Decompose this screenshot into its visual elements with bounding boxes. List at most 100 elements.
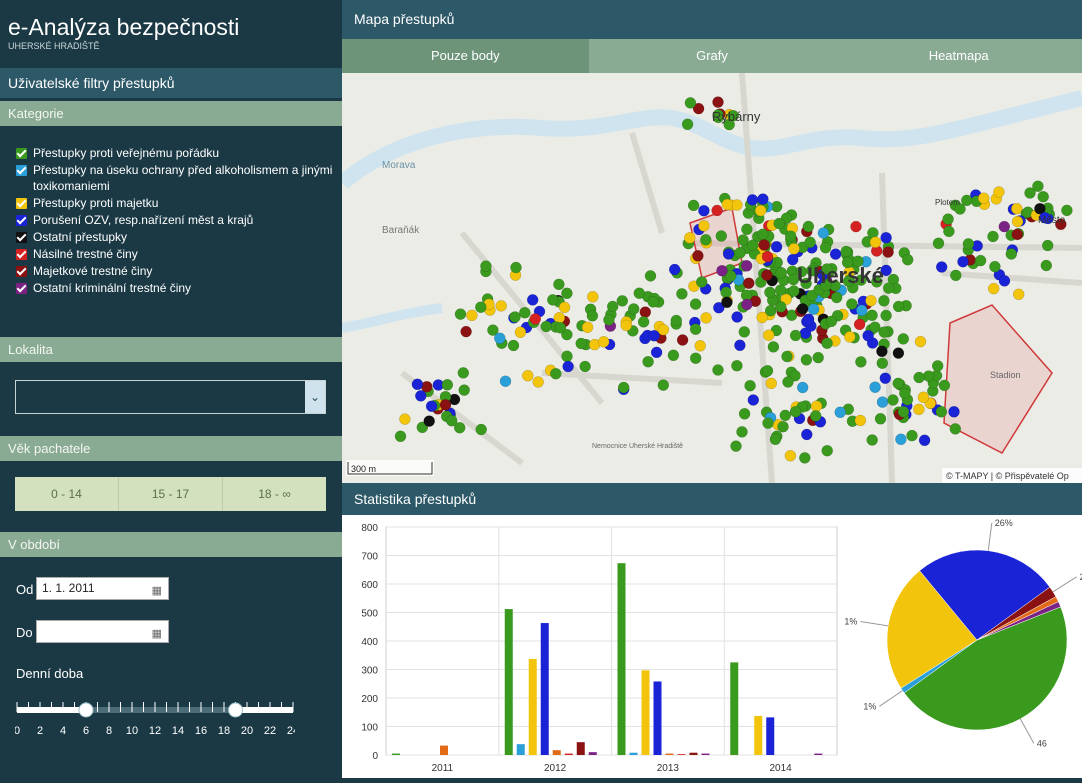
offence-point[interactable] bbox=[731, 199, 743, 211]
offence-point[interactable] bbox=[734, 247, 746, 259]
offence-point[interactable] bbox=[620, 319, 632, 332]
tab-heatmap[interactable]: Heatmapa bbox=[835, 39, 1082, 73]
offence-point[interactable] bbox=[974, 254, 987, 267]
offence-point[interactable] bbox=[895, 433, 907, 446]
offence-point[interactable] bbox=[800, 354, 813, 366]
offence-point[interactable] bbox=[684, 97, 697, 109]
offence-point[interactable] bbox=[866, 309, 878, 322]
offence-point[interactable] bbox=[1011, 202, 1023, 215]
daytime-slider[interactable]: 024681012141618202224 bbox=[15, 690, 295, 735]
offence-point[interactable] bbox=[807, 303, 820, 315]
category-item[interactable]: Ostatní přestupky bbox=[16, 229, 336, 245]
offence-point[interactable] bbox=[647, 296, 659, 308]
category-item[interactable]: Ostatní kriminální trestné činy bbox=[16, 280, 336, 296]
offence-point[interactable] bbox=[499, 375, 512, 387]
offence-point[interactable] bbox=[746, 194, 759, 206]
offence-point[interactable] bbox=[689, 323, 702, 335]
offence-point[interactable] bbox=[529, 313, 542, 325]
offence-point[interactable] bbox=[480, 260, 492, 272]
offence-point[interactable] bbox=[844, 331, 856, 343]
offence-point[interactable] bbox=[802, 220, 815, 233]
offence-point[interactable] bbox=[644, 270, 657, 282]
offence-point[interactable] bbox=[532, 376, 544, 388]
chevron-down-icon[interactable]: ⌄ bbox=[305, 381, 325, 413]
category-item[interactable]: Násilné trestné činy bbox=[16, 246, 336, 262]
offence-point[interactable] bbox=[616, 295, 629, 307]
offence-point[interactable] bbox=[784, 230, 797, 242]
offence-point[interactable] bbox=[761, 365, 774, 377]
map-canvas[interactable]: Rybárny Uherské Město Stadion Baraňák Mo… bbox=[342, 73, 1082, 483]
offence-point[interactable] bbox=[1024, 187, 1036, 199]
offence-point[interactable] bbox=[773, 217, 785, 230]
from-date-input[interactable]: 1. 1. 2011 ▦ bbox=[36, 577, 169, 600]
offence-point[interactable] bbox=[741, 223, 753, 236]
offence-point[interactable] bbox=[950, 269, 962, 282]
category-item[interactable]: Majetkové trestné činy bbox=[16, 263, 336, 279]
offence-point[interactable] bbox=[587, 291, 599, 303]
offence-point[interactable] bbox=[650, 346, 663, 359]
offence-point[interactable] bbox=[784, 449, 797, 462]
offence-point[interactable] bbox=[553, 278, 565, 291]
offence-point[interactable] bbox=[1011, 215, 1024, 228]
offence-point[interactable] bbox=[668, 263, 681, 276]
offence-point[interactable] bbox=[901, 253, 914, 266]
offence-point[interactable] bbox=[977, 192, 990, 204]
offence-point[interactable] bbox=[657, 379, 670, 391]
offence-point[interactable] bbox=[882, 282, 895, 294]
offence-point[interactable] bbox=[948, 406, 960, 418]
offence-point[interactable] bbox=[495, 300, 507, 312]
offence-point[interactable] bbox=[846, 298, 858, 310]
offence-point[interactable] bbox=[676, 288, 688, 300]
offence-point[interactable] bbox=[454, 308, 467, 320]
category-item[interactable]: Přestupky na úseku ochrany před alkoholi… bbox=[16, 162, 336, 194]
offence-point[interactable] bbox=[935, 261, 948, 273]
offence-point[interactable] bbox=[906, 429, 918, 442]
offence-point[interactable] bbox=[700, 312, 712, 324]
offence-point[interactable] bbox=[779, 409, 792, 422]
offence-point[interactable] bbox=[736, 426, 748, 438]
offence-point[interactable] bbox=[581, 321, 594, 334]
offence-point[interactable] bbox=[1005, 248, 1018, 260]
offence-point[interactable] bbox=[694, 340, 706, 352]
offence-point[interactable] bbox=[411, 378, 424, 391]
offence-point[interactable] bbox=[514, 326, 527, 339]
offence-point[interactable] bbox=[637, 316, 650, 328]
offence-point[interactable] bbox=[510, 261, 522, 274]
category-item[interactable]: Přestupky proti majetku bbox=[16, 195, 336, 211]
offence-point[interactable] bbox=[698, 220, 710, 232]
offence-point[interactable] bbox=[648, 329, 660, 342]
offence-point[interactable] bbox=[712, 364, 724, 376]
offence-point[interactable] bbox=[639, 306, 652, 318]
offence-point[interactable] bbox=[509, 311, 521, 323]
offence-point[interactable] bbox=[767, 341, 780, 353]
offence-point[interactable] bbox=[918, 434, 931, 447]
offence-point[interactable] bbox=[757, 228, 769, 241]
offence-point[interactable] bbox=[712, 96, 724, 108]
offence-point[interactable] bbox=[681, 118, 694, 131]
offence-point[interactable] bbox=[540, 320, 552, 333]
offence-point[interactable] bbox=[747, 239, 759, 251]
offence-point[interactable] bbox=[819, 241, 832, 254]
offence-point[interactable] bbox=[466, 309, 478, 322]
offence-point[interactable] bbox=[394, 430, 407, 443]
category-checkbox[interactable] bbox=[16, 266, 27, 277]
slider-handle-start[interactable] bbox=[78, 702, 94, 718]
calendar-icon[interactable]: ▦ bbox=[152, 624, 162, 645]
offence-point[interactable] bbox=[770, 241, 783, 253]
locality-select[interactable]: ⌄ bbox=[15, 380, 326, 414]
offence-point[interactable] bbox=[764, 286, 776, 299]
offence-point[interactable] bbox=[879, 372, 892, 384]
offence-point[interactable] bbox=[854, 414, 867, 427]
category-checkbox[interactable] bbox=[16, 198, 27, 209]
calendar-icon[interactable]: ▦ bbox=[152, 581, 162, 602]
offence-point[interactable] bbox=[922, 370, 935, 382]
offence-point[interactable] bbox=[633, 287, 646, 299]
offence-point[interactable] bbox=[550, 367, 562, 380]
offence-point[interactable] bbox=[887, 394, 899, 406]
offence-point[interactable] bbox=[865, 294, 877, 307]
offence-point[interactable] bbox=[987, 282, 1000, 295]
offence-point[interactable] bbox=[830, 291, 843, 304]
offence-point[interactable] bbox=[667, 349, 680, 362]
offence-point[interactable] bbox=[899, 387, 911, 400]
tab-charts[interactable]: Grafy bbox=[588, 39, 836, 73]
